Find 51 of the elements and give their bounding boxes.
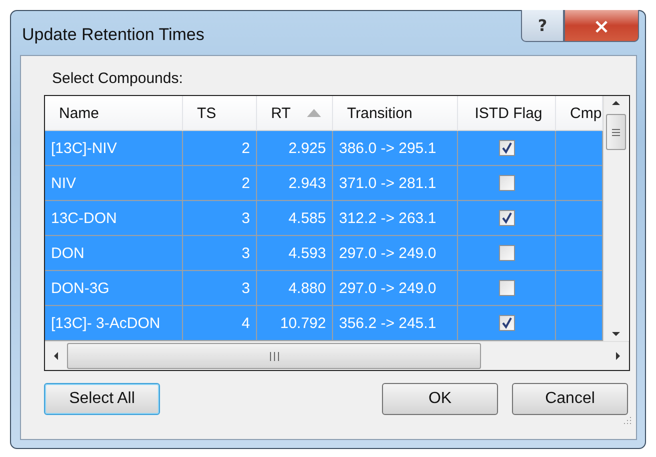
table-cell: 371.0 -> 281.1 — [333, 166, 458, 201]
checkbox[interactable] — [498, 140, 514, 156]
table-cell: 297.0 -> 249.0 — [333, 236, 458, 271]
section-label: Select Compounds: — [52, 70, 184, 87]
horizontal-scrollbar[interactable] — [45, 341, 629, 370]
table-cell: 2.925 — [257, 131, 333, 166]
scroll-right-icon[interactable] — [613, 350, 623, 362]
table-cell: NIV — [45, 166, 183, 201]
column-header[interactable]: Cmp — [556, 96, 603, 131]
checkbox[interactable] — [498, 175, 514, 191]
help-button[interactable]: ? — [521, 10, 564, 42]
table-cell: 3 — [183, 201, 257, 236]
scroll-thumb[interactable] — [67, 343, 481, 369]
table-cell: 356.2 -> 245.1 — [333, 306, 458, 341]
column-header[interactable]: TS — [183, 96, 257, 131]
resize-grip-icon[interactable] — [622, 415, 632, 425]
table-cell: 297.0 -> 249.0 — [333, 271, 458, 306]
table-cell: DON-3G — [45, 271, 183, 306]
column-header[interactable]: RT — [257, 96, 333, 131]
table-cell: 386.0 -> 295.1 — [333, 131, 458, 166]
ok-button[interactable]: OK — [382, 383, 498, 415]
select-all-button[interactable]: Select All — [44, 383, 160, 415]
table-cell: 2 — [183, 166, 257, 201]
table-cell: 4.585 — [257, 201, 333, 236]
checkbox[interactable] — [498, 210, 514, 226]
scroll-thumb[interactable] — [606, 114, 626, 150]
table-cell: DON — [45, 236, 183, 271]
column-header[interactable]: Transition — [333, 96, 458, 131]
vertical-scrollbar[interactable] — [603, 96, 628, 341]
table-cell: 3 — [183, 236, 257, 271]
table-cell: 2.943 — [257, 166, 333, 201]
table-cell: 13C-DON — [45, 201, 183, 236]
checkbox[interactable] — [498, 315, 514, 331]
close-button[interactable]: × — [564, 10, 639, 42]
table-cell: 3 — [183, 271, 257, 306]
table-cell: 4.880 — [257, 271, 333, 306]
table-cell: [13C]-NIV — [45, 131, 183, 166]
checkbox[interactable] — [498, 280, 514, 296]
table-cell: 4 — [183, 306, 257, 341]
cancel-button[interactable]: Cancel — [512, 383, 628, 415]
table-cell: 4.593 — [257, 236, 333, 271]
table-cell: 312.2 -> 263.1 — [333, 201, 458, 236]
table-cell: [13C]- 3-AcDON — [45, 306, 183, 341]
window-title: Update Retention Times — [22, 25, 204, 45]
table-cell: 2 — [183, 131, 257, 166]
grip-icon — [270, 352, 278, 360]
grip-icon — [612, 128, 620, 136]
checkbox[interactable] — [498, 245, 514, 261]
column-header[interactable]: ISTD Flag — [458, 96, 556, 131]
column-header[interactable]: Name — [45, 96, 183, 131]
table-cell: 10.792 — [257, 306, 333, 341]
